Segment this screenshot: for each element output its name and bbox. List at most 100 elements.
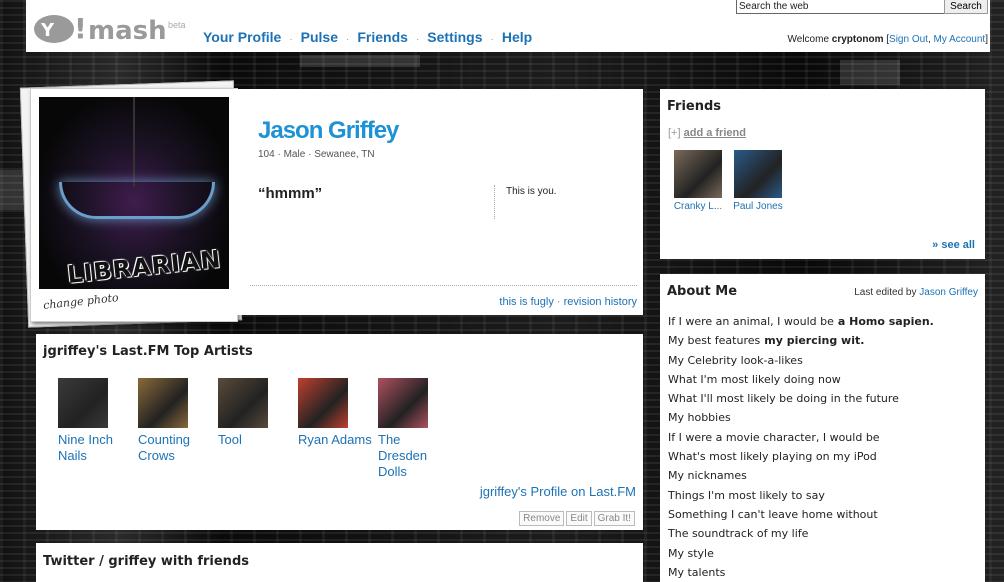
- nav-friends[interactable]: Friends: [357, 29, 408, 45]
- profile-name: Jason Griffey: [258, 117, 399, 144]
- artist-thumbnail[interactable]: [298, 378, 348, 428]
- about-me-question: My nicknames: [668, 469, 747, 483]
- friend-item[interactable]: Paul Jones: [731, 150, 785, 212]
- about-me-module: About Me Last edited by Jason Griffey If…: [660, 274, 985, 582]
- nav-separator: ·: [289, 34, 293, 45]
- search-input[interactable]: [736, 0, 948, 14]
- lastfm-profile-link[interactable]: jgriffey's Profile on Last.FM: [480, 484, 636, 499]
- profile-location: Sewanee, TN: [314, 149, 375, 160]
- about-me-item[interactable]: Things I'm most likely to say: [668, 486, 934, 505]
- artist-name[interactable]: Nine Inch Nails: [58, 432, 132, 464]
- artist-item[interactable]: Ryan Adams: [298, 378, 372, 448]
- welcome-label: Welcome: [787, 34, 830, 45]
- lamp-cord: [133, 97, 135, 187]
- about-me-item[interactable]: What I'm most likely doing now: [668, 370, 934, 389]
- artist-item[interactable]: The Dresden Dolls: [378, 378, 452, 480]
- nav-settings[interactable]: Settings: [427, 29, 482, 45]
- about-me-question: If I were a movie character, I would be: [668, 430, 880, 444]
- about-me-item[interactable]: My talents: [668, 563, 934, 582]
- artist-thumbnail[interactable]: [378, 378, 428, 428]
- about-me-item[interactable]: If I were an animal, I would be a Homo sa…: [668, 312, 934, 331]
- artist-item[interactable]: Counting Crows: [138, 378, 212, 464]
- about-me-item[interactable]: My hobbies: [668, 408, 934, 427]
- remove-button[interactable]: Remove: [519, 511, 565, 526]
- sign-out-link[interactable]: Sign Out: [889, 34, 928, 45]
- about-me-title: About Me: [667, 284, 738, 299]
- photo-caption: LIBRARIAN: [65, 244, 223, 289]
- about-me-item[interactable]: Something I can't leave home without: [668, 505, 934, 524]
- friends-module: Friends [+] add a friend Cranky L... Pau…: [660, 89, 985, 259]
- artist-thumbnail[interactable]: [138, 378, 188, 428]
- about-me-question: Something I can't leave home without: [668, 507, 878, 521]
- nav-separator: ·: [490, 34, 494, 45]
- svg-text:!: !: [74, 12, 87, 45]
- change-photo-link[interactable]: change photo: [43, 291, 120, 312]
- about-me-answer: my piercing wit.: [764, 334, 865, 348]
- about-me-item[interactable]: The soundtrack of my life: [668, 524, 934, 543]
- profile-photo-frame: LIBRARIAN change photo: [30, 88, 238, 322]
- profile-links: this is fugly · revision history: [499, 296, 637, 308]
- add-friend-link[interactable]: add a friend: [684, 127, 746, 139]
- svg-text:Y: Y: [40, 20, 55, 41]
- artist-thumbnail[interactable]: [218, 378, 268, 428]
- see-all-friends-link[interactable]: » see all: [932, 239, 975, 251]
- my-account-link[interactable]: My Account: [934, 34, 986, 45]
- main-nav: Your Profile · Pulse · Friends · Settings · Help: [203, 29, 532, 45]
- nav-your-profile[interactable]: Your Profile: [203, 29, 281, 45]
- artist-name[interactable]: Ryan Adams: [298, 432, 372, 448]
- svg-text:mash: mash: [88, 16, 167, 46]
- about-me-question: What I'm most likely doing now: [668, 372, 841, 386]
- artist-thumbnail[interactable]: [58, 378, 108, 428]
- friend-item[interactable]: Cranky L...: [671, 150, 725, 212]
- nav-separator: ·: [346, 34, 350, 45]
- profile-panel: Jason Griffey 104 · Male · Sewanee, TN “…: [232, 89, 643, 315]
- about-me-question: If I were an animal, I would be: [668, 315, 834, 328]
- about-me-item[interactable]: My nicknames: [668, 466, 934, 485]
- background-noise: [840, 60, 900, 85]
- beta-label: beta: [168, 20, 186, 30]
- about-me-item[interactable]: My best features my piercing wit.: [668, 331, 934, 350]
- add-icon: [+]: [668, 127, 681, 139]
- module-buttons: Remove Edit Grab It!: [517, 508, 635, 526]
- about-me-item[interactable]: What's most likely playing on my iPod: [668, 447, 934, 466]
- friend-name[interactable]: Cranky L...: [671, 201, 725, 212]
- nav-separator: ·: [415, 34, 420, 45]
- last-edited-label: Last edited by: [854, 287, 917, 298]
- lastfm-module: jgriffey's Last.FM Top Artists Nine Inch…: [36, 334, 643, 530]
- profile-gender: Male: [283, 149, 306, 160]
- nav-pulse[interactable]: Pulse: [301, 29, 338, 45]
- about-me-item[interactable]: My style: [668, 544, 934, 563]
- profile-meta: 104 · Male · Sewanee, TN: [258, 149, 375, 160]
- revision-history-link[interactable]: revision history: [564, 296, 637, 308]
- grab-it-button[interactable]: Grab It!: [593, 511, 635, 526]
- lastfm-title: jgriffey's Last.FM Top Artists: [43, 344, 253, 359]
- about-me-question: My hobbies: [668, 411, 731, 425]
- last-edited-by-link[interactable]: Jason Griffey: [919, 287, 978, 298]
- about-me-question: The soundtrack of my life: [668, 527, 809, 541]
- welcome-bar: Welcome cryptonom [Sign Out, My Account]: [787, 34, 988, 45]
- about-me-question: My talents: [668, 565, 726, 579]
- last-edited: Last edited by Jason Griffey: [854, 287, 978, 298]
- meta-separator: ·: [277, 149, 281, 160]
- profile-photo[interactable]: LIBRARIAN: [39, 97, 229, 289]
- this-is-fugly-link[interactable]: this is fugly: [499, 296, 553, 308]
- about-me-question: My Celebrity look-a-likes: [668, 353, 803, 367]
- about-me-item[interactable]: If I were a movie character, I would be: [668, 428, 934, 447]
- artist-name[interactable]: Tool: [218, 432, 292, 448]
- this-is-you-text: This is you.: [506, 186, 557, 197]
- background-noise: [300, 55, 420, 67]
- about-me-item[interactable]: What I'll most likely be doing in the fu…: [668, 389, 934, 408]
- artist-item[interactable]: Nine Inch Nails: [58, 378, 132, 464]
- nav-help[interactable]: Help: [502, 29, 532, 45]
- status-quote[interactable]: “hmmm”: [258, 185, 322, 202]
- search-button[interactable]: Search: [944, 0, 988, 14]
- friend-name[interactable]: Paul Jones: [731, 201, 785, 212]
- friend-avatar[interactable]: [734, 150, 782, 198]
- edit-button[interactable]: Edit: [566, 511, 592, 526]
- artist-name[interactable]: Counting Crows: [138, 432, 212, 464]
- site-header: Y ! mash beta Your Profile · Pulse · Friends…: [26, 0, 990, 52]
- about-me-item[interactable]: My Celebrity look-a-likes: [668, 351, 934, 370]
- friend-avatar[interactable]: [674, 150, 722, 198]
- artist-item[interactable]: Tool: [218, 378, 292, 448]
- artist-name[interactable]: The Dresden Dolls: [378, 432, 452, 480]
